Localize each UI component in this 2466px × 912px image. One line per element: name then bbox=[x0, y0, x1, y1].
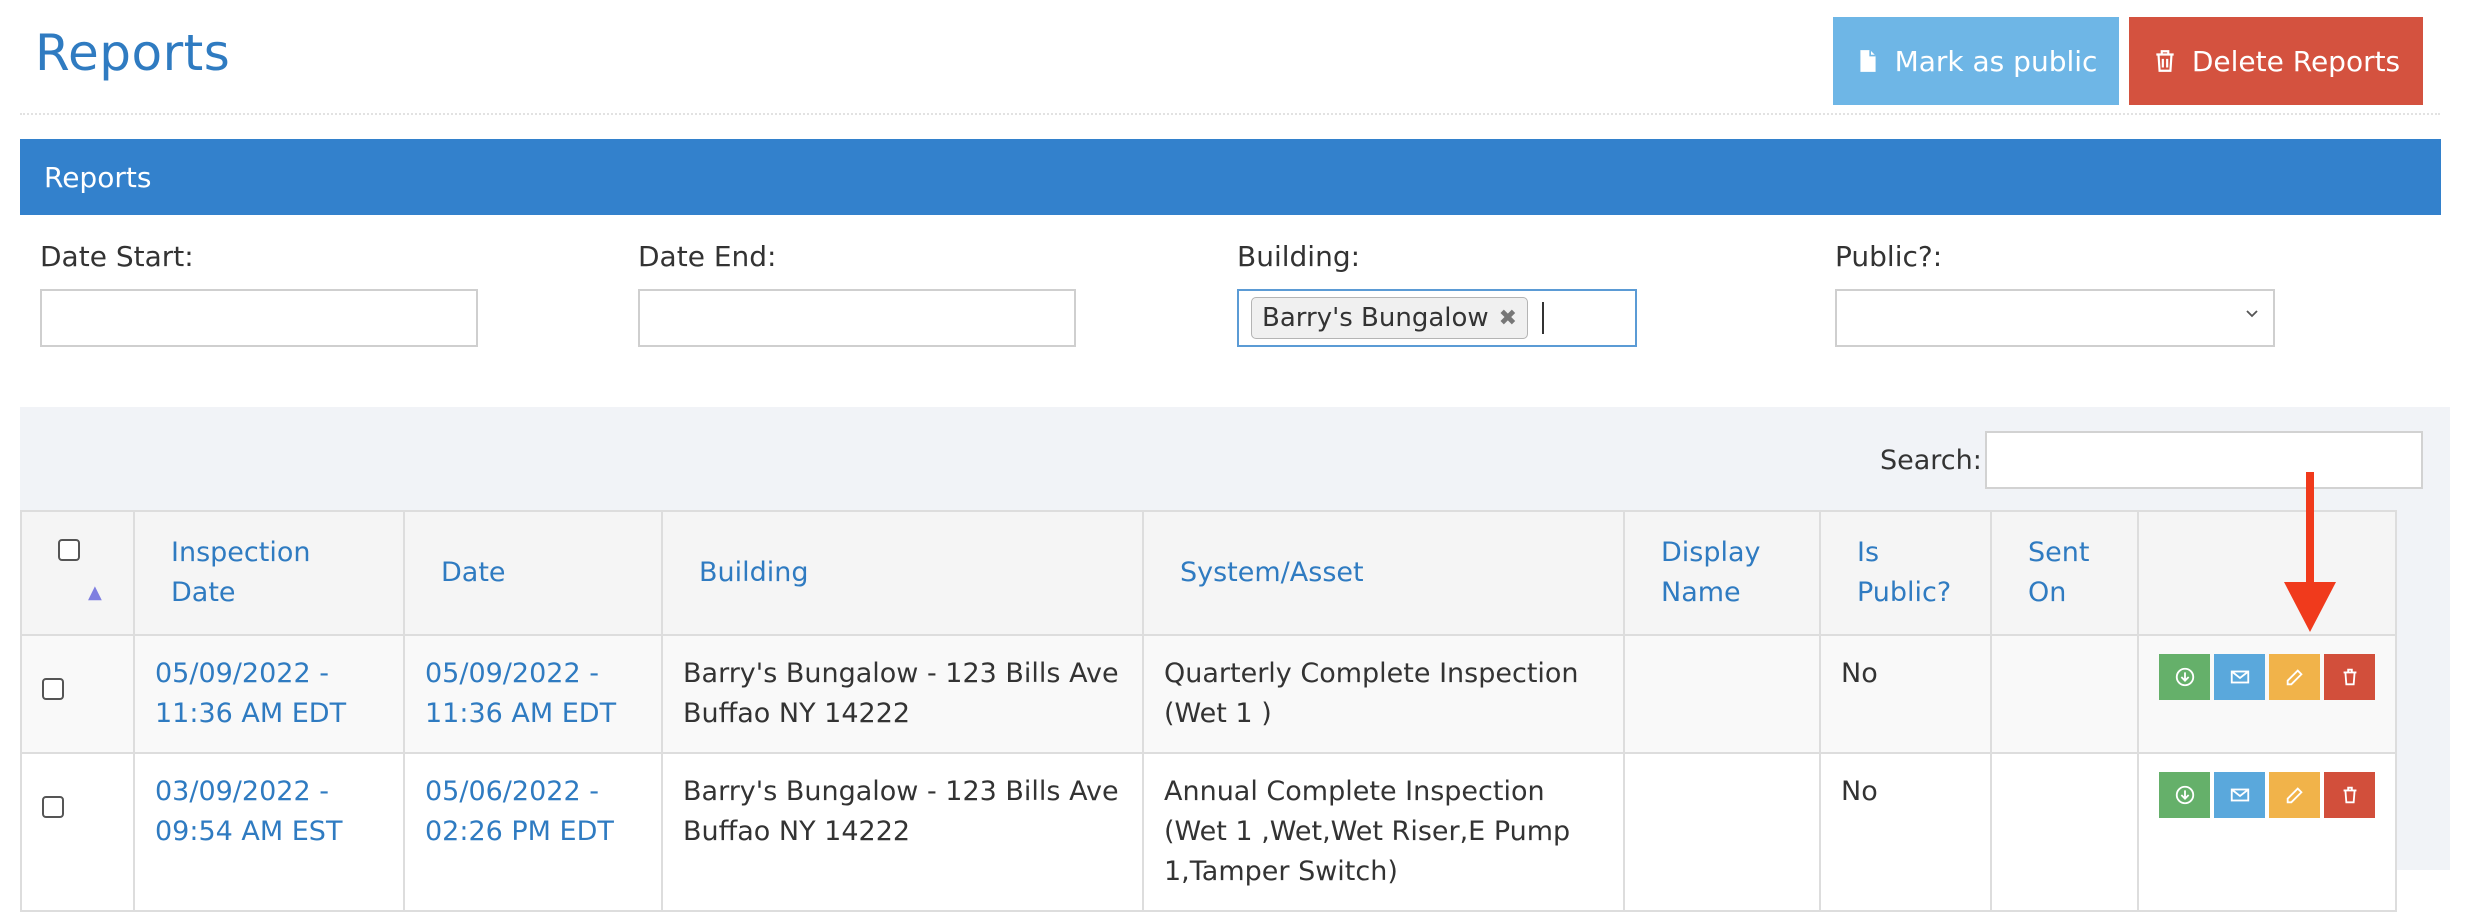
trash-icon bbox=[2343, 668, 2356, 686]
is-public-cell: No bbox=[1819, 634, 1992, 754]
column-actions bbox=[2137, 510, 2397, 636]
email-icon bbox=[2230, 788, 2249, 802]
date-end-filter: Date End: bbox=[638, 240, 1076, 347]
column-building[interactable]: Building bbox=[661, 510, 1144, 636]
edit-button[interactable] bbox=[2269, 654, 2320, 700]
download-icon bbox=[2175, 667, 2194, 687]
delete-row-button[interactable] bbox=[2324, 654, 2375, 700]
column-date[interactable]: Date bbox=[403, 510, 663, 636]
date-end-label: Date End: bbox=[638, 240, 777, 273]
building-select[interactable]: Barry's Bungalow ✖ bbox=[1237, 289, 1637, 347]
chevron-down-icon bbox=[2246, 310, 2258, 318]
select-all-checkbox[interactable] bbox=[58, 538, 80, 561]
row-checkbox[interactable] bbox=[42, 678, 64, 700]
table-row: 03/09/2022 - 09:54 AM EST 05/06/2022 - 0… bbox=[20, 752, 2397, 912]
building-label: Building: bbox=[1237, 240, 1361, 273]
delete-row-button[interactable] bbox=[2324, 772, 2375, 818]
public-label: Public?: bbox=[1835, 240, 1943, 273]
table-row: 05/09/2022 - 11:36 AM EDT 05/09/2022 - 1… bbox=[20, 634, 2397, 754]
email-button[interactable] bbox=[2214, 654, 2265, 700]
email-button[interactable] bbox=[2214, 772, 2265, 818]
building-filter: Building: Barry's Bungalow ✖ bbox=[1237, 240, 1637, 347]
sent-on-cell bbox=[1990, 752, 2139, 912]
date-cell[interactable]: 05/06/2022 - 02:26 PM EDT bbox=[403, 752, 663, 912]
search-input[interactable] bbox=[1985, 431, 2423, 489]
edit-icon bbox=[2286, 669, 2303, 686]
row-select-cell bbox=[20, 752, 135, 912]
display-name-cell bbox=[1623, 752, 1821, 912]
inspection-date-cell[interactable]: 03/09/2022 - 09:54 AM EST bbox=[133, 752, 405, 912]
public-select[interactable] bbox=[1835, 289, 2275, 347]
trash-icon bbox=[2343, 786, 2356, 804]
reports-panel-header: Reports bbox=[20, 139, 2441, 215]
column-sent-on[interactable]: Sent On bbox=[1990, 510, 2139, 636]
header-divider bbox=[20, 113, 2440, 115]
delete-reports-button[interactable]: Delete Reports bbox=[2129, 17, 2423, 105]
select-all-header: ▲ bbox=[20, 510, 135, 636]
actions-cell bbox=[2137, 634, 2397, 754]
download-button[interactable] bbox=[2159, 654, 2210, 700]
sent-on-cell bbox=[1990, 634, 2139, 754]
annotation-arrow-icon bbox=[2284, 472, 2336, 632]
email-icon bbox=[2230, 670, 2249, 684]
panel-title: Reports bbox=[44, 160, 152, 194]
download-button[interactable] bbox=[2159, 772, 2210, 818]
building-chip-label: Barry's Bungalow bbox=[1262, 303, 1489, 333]
date-cell[interactable]: 05/09/2022 - 11:36 AM EDT bbox=[403, 634, 663, 754]
building-cell: Barry's Bungalow - 123 Bills Ave Buffao … bbox=[661, 752, 1144, 912]
sort-asc-icon[interactable]: ▲ bbox=[88, 573, 102, 613]
row-checkbox[interactable] bbox=[42, 796, 64, 818]
mark-as-public-button[interactable]: Mark as public bbox=[1833, 17, 2119, 105]
display-name-cell bbox=[1623, 634, 1821, 754]
remove-chip-icon[interactable]: ✖ bbox=[1499, 306, 1517, 331]
system-asset-cell: Annual Complete Inspection (Wet 1 ,Wet,W… bbox=[1142, 752, 1625, 912]
public-filter: Public?: bbox=[1835, 240, 2275, 347]
column-inspection-date[interactable]: Inspection Date bbox=[133, 510, 405, 636]
edit-button[interactable] bbox=[2269, 772, 2320, 818]
date-start-filter: Date Start: bbox=[40, 240, 478, 347]
actions-cell bbox=[2137, 752, 2397, 912]
table-header-row: ▲ Inspection Date Date Building System/A… bbox=[20, 510, 2397, 636]
inspection-date-cell[interactable]: 05/09/2022 - 11:36 AM EDT bbox=[133, 634, 405, 754]
file-icon bbox=[1859, 50, 1876, 72]
download-icon bbox=[2175, 785, 2194, 805]
edit-icon bbox=[2286, 787, 2303, 804]
is-public-cell: No bbox=[1819, 752, 1992, 912]
search-label: Search: bbox=[1880, 445, 1982, 476]
date-end-input[interactable] bbox=[638, 289, 1076, 347]
delete-reports-label: Delete Reports bbox=[2191, 44, 2401, 78]
building-cell: Barry's Bungalow - 123 Bills Ave Buffao … bbox=[661, 634, 1144, 754]
date-start-label: Date Start: bbox=[40, 240, 194, 273]
row-select-cell bbox=[20, 634, 135, 754]
reports-table-container: Search: ▲ Inspection Date Date Building … bbox=[20, 407, 2450, 912]
system-asset-cell: Quarterly Complete Inspection (Wet 1 ) bbox=[1142, 634, 1625, 754]
date-start-input[interactable] bbox=[40, 289, 478, 347]
column-system-asset[interactable]: System/Asset bbox=[1142, 510, 1625, 636]
column-display-name[interactable]: Display Name bbox=[1623, 510, 1821, 636]
trash-icon bbox=[2156, 50, 2174, 72]
building-chip: Barry's Bungalow ✖ bbox=[1251, 297, 1529, 339]
reports-table: ▲ Inspection Date Date Building System/A… bbox=[20, 510, 2397, 912]
mark-as-public-label: Mark as public bbox=[1894, 44, 2098, 78]
page-title: Reports bbox=[35, 24, 231, 82]
text-cursor bbox=[1542, 302, 1545, 334]
column-is-public[interactable]: Is Public? bbox=[1819, 510, 1992, 636]
